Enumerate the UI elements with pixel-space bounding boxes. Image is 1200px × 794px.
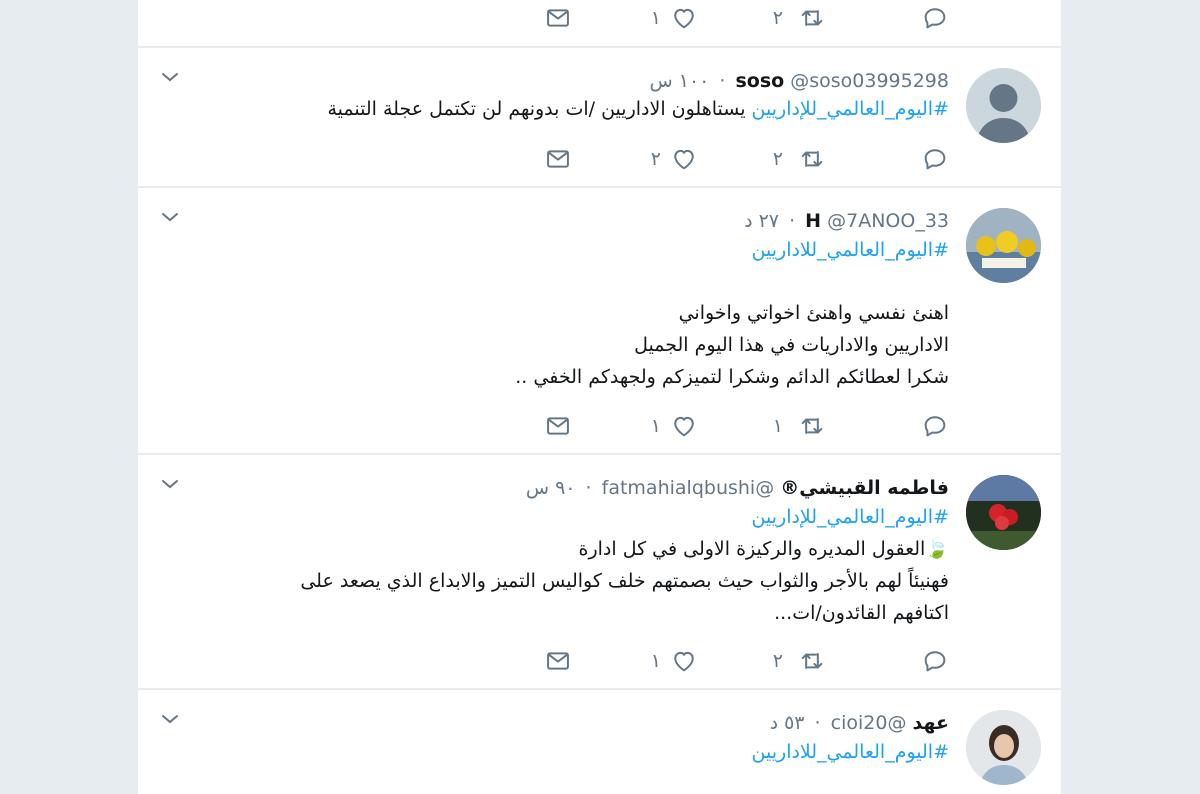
chevron-down-icon[interactable] — [160, 712, 180, 726]
like-icon[interactable] — [670, 145, 698, 173]
message-icon[interactable] — [544, 647, 572, 675]
tweet-header: H @7ANOO_33 · ٢٧ د — [744, 206, 949, 236]
retweet-icon[interactable] — [798, 647, 826, 675]
user-handle[interactable]: @cioi20 — [831, 712, 907, 734]
tweet-1[interactable]: soso @soso03995298 · ١٠٠ س #اليوم_العالم… — [138, 48, 1061, 188]
like-icon[interactable] — [670, 412, 698, 440]
chevron-down-icon[interactable] — [160, 477, 180, 491]
separator-dot: · — [789, 210, 796, 232]
tweet-text-content: يستاهلون الاداريين /ات بدونهم لن تكتمل ع… — [327, 98, 752, 120]
separator-dot: · — [814, 712, 821, 734]
retweet-icon[interactable] — [798, 4, 826, 32]
display-name[interactable]: soso — [735, 70, 784, 92]
tweet-3[interactable]: فاطمه القبيشي® @fatmahialqbushi · ٩٠ س #… — [138, 455, 1061, 690]
reply-icon[interactable] — [921, 4, 949, 32]
tweet-header: عهد @cioi20 · ٥٣ د — [770, 708, 949, 738]
hashtag-link[interactable]: #اليوم_العالمي_للاداريين — [752, 741, 949, 763]
tweet-text-line: شكرا لعطائكم الدائم وشكرا لتميزكم ولجهدك… — [515, 366, 949, 388]
tweet-text-line: اكتافهم القائدون/ات... — [774, 602, 949, 624]
like-count: ١ — [650, 650, 661, 672]
retweet-count: ٢ — [772, 650, 783, 672]
timestamp[interactable]: ٥٣ د — [770, 712, 805, 734]
user-handle[interactable]: @fatmahialqbushi — [602, 477, 775, 499]
like-count: ١ — [650, 7, 661, 29]
retweet-icon[interactable] — [798, 412, 826, 440]
display-name[interactable]: H — [805, 210, 821, 232]
retweet-icon[interactable] — [798, 145, 826, 173]
tweet-text: #اليوم_العالمي_للإداريين يستاهلون الادار… — [328, 94, 950, 124]
retweet-count: ٢ — [772, 148, 783, 170]
timestamp[interactable]: ١٠٠ س — [649, 70, 709, 92]
chevron-down-icon[interactable] — [160, 70, 180, 84]
like-icon[interactable] — [670, 4, 698, 32]
timestamp[interactable]: ٩٠ س — [526, 477, 576, 499]
tweet-header: soso @soso03995298 · ١٠٠ س — [649, 66, 949, 96]
timestamp[interactable]: ٢٧ د — [744, 210, 779, 232]
reply-icon[interactable] — [921, 145, 949, 173]
hashtag-link[interactable]: #اليوم_العالمي_للإداريين — [752, 98, 949, 120]
tweet-text-line: فهنيئاً لهم بالأجر والثواب حيث بصمتهم خل… — [300, 570, 949, 592]
message-icon[interactable] — [544, 145, 572, 173]
reply-icon[interactable] — [921, 412, 949, 440]
message-icon[interactable] — [544, 4, 572, 32]
timeline: ٢ ١ soso @soso03995298 · ١٠٠ س #اليوم_ال… — [138, 0, 1061, 794]
avatar[interactable] — [966, 208, 1041, 283]
display-name[interactable]: فاطمه القبيشي® — [780, 477, 949, 499]
like-count: ١ — [650, 415, 661, 437]
tweet-text-line: اهنئ نفسي واهنئ اخواتي واخواني — [678, 302, 949, 324]
tweet-2[interactable]: H @7ANOO_33 · ٢٧ د #اليوم_العالمي_للادار… — [138, 188, 1061, 455]
reply-icon[interactable] — [921, 647, 949, 675]
user-handle[interactable]: @soso03995298 — [790, 70, 949, 92]
hashtag-link[interactable]: #اليوم_العالمي_للاداريين — [752, 239, 949, 261]
user-handle[interactable]: @7ANOO_33 — [827, 210, 949, 232]
tweet-text-line: #اليوم_العالمي_للاداريين — [752, 235, 949, 265]
tweet-4[interactable]: عهد @cioi20 · ٥٣ د #اليوم_العالمي_للادار… — [138, 690, 1061, 794]
tweet-text-line: 🍃العقول المديره والركيزة الاولى في كل اد… — [578, 538, 949, 560]
message-icon[interactable] — [544, 412, 572, 440]
tweet-text-line: #اليوم_العالمي_للإداريين — [752, 502, 949, 532]
avatar[interactable] — [966, 68, 1041, 143]
avatar[interactable] — [966, 710, 1041, 785]
separator-dot: · — [719, 70, 726, 92]
tweet-text-line: الاداريين والاداريات في هذا اليوم الجميل — [634, 334, 949, 356]
retweet-count: ١ — [772, 415, 783, 437]
tweet-0[interactable]: ٢ ١ — [138, 0, 1061, 48]
tweet-header: فاطمه القبيشي® @fatmahialqbushi · ٩٠ س — [526, 473, 949, 503]
display-name[interactable]: عهد — [913, 712, 950, 734]
separator-dot: · — [585, 477, 592, 499]
retweet-count: ٢ — [772, 7, 783, 29]
tweet-text-line: #اليوم_العالمي_للاداريين — [752, 737, 949, 767]
chevron-down-icon[interactable] — [160, 210, 180, 224]
like-icon[interactable] — [670, 647, 698, 675]
hashtag-link[interactable]: #اليوم_العالمي_للإداريين — [752, 506, 949, 528]
like-count: ٢ — [650, 148, 661, 170]
avatar[interactable] — [966, 475, 1041, 550]
